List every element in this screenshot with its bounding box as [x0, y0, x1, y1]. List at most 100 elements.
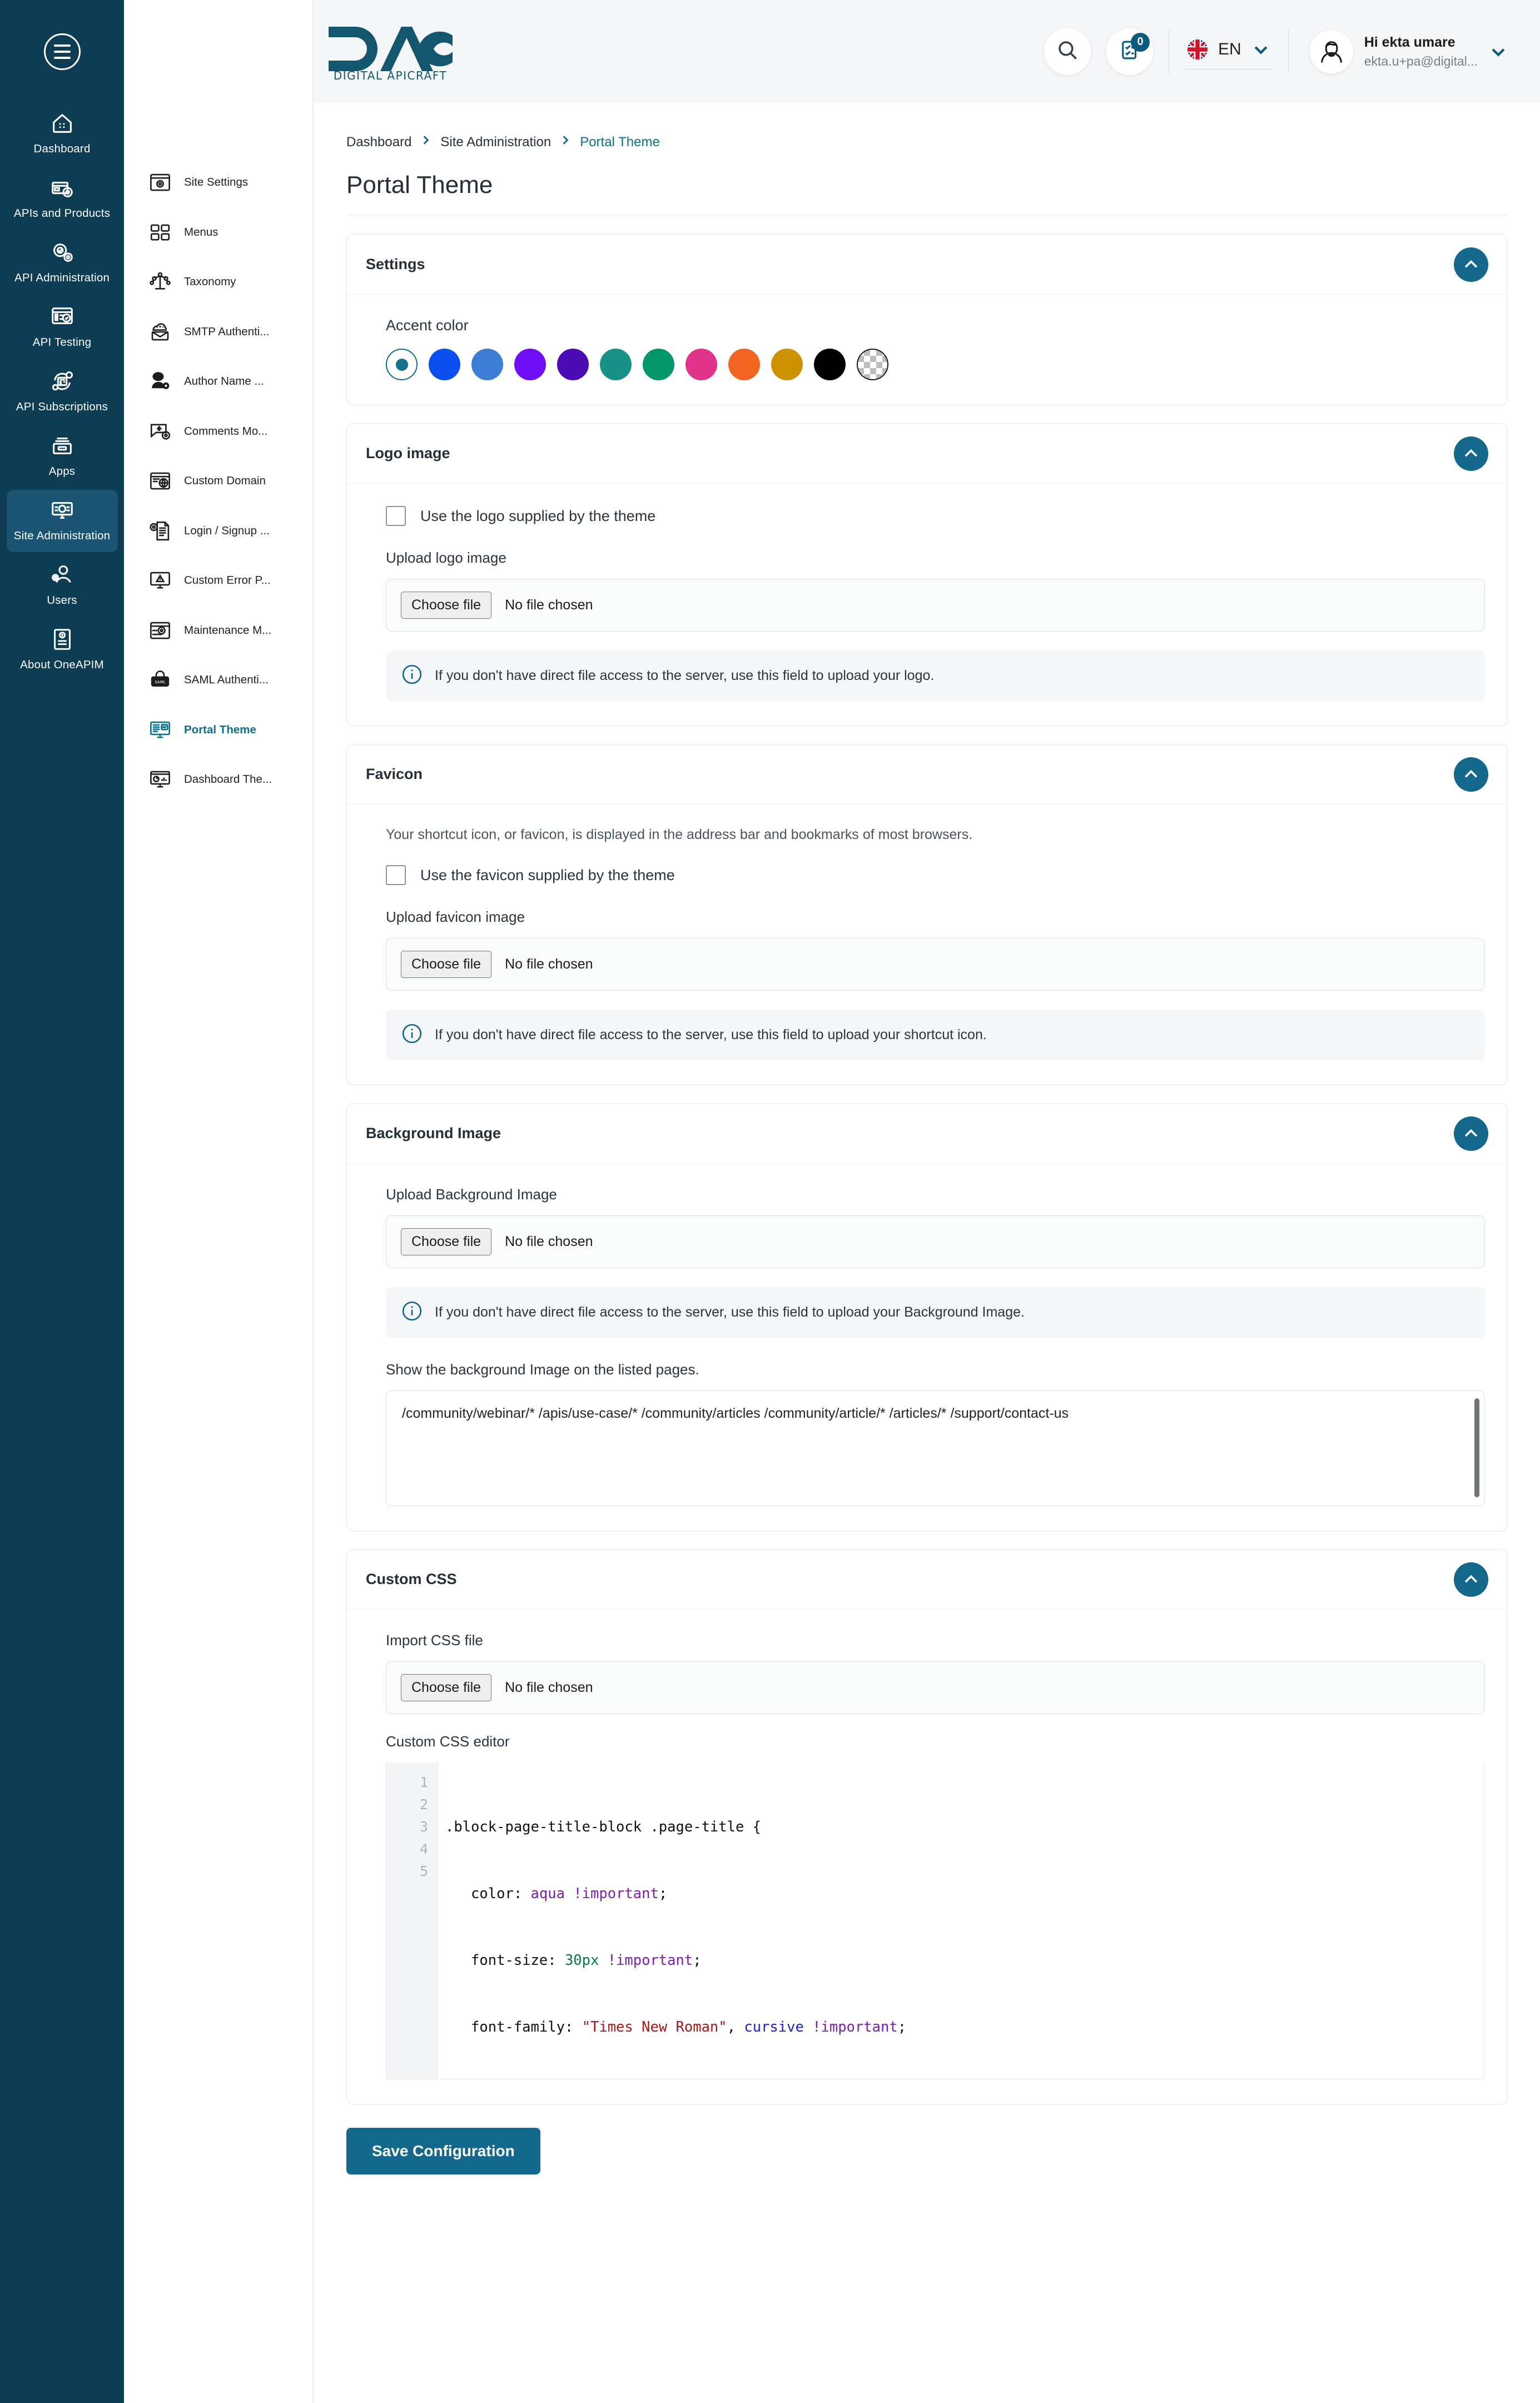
subnav-item-label: Custom Error P...	[184, 574, 271, 587]
choose-file-button[interactable]: Choose file	[401, 951, 492, 978]
collapse-toggle-custom-css[interactable]	[1454, 1562, 1488, 1597]
sidebar-item-apps[interactable]: Apps	[7, 425, 118, 488]
sidebar-item-label: About OneAPIM	[20, 658, 104, 671]
accent-swatch-gold[interactable]	[771, 349, 803, 380]
background-pages-textarea[interactable]: /community/webinar/* /apis/use-case/* /c…	[386, 1391, 1485, 1506]
textarea-scrollbar[interactable]	[1474, 1398, 1479, 1497]
choose-file-button[interactable]: Choose file	[401, 592, 492, 619]
line-number: 3	[419, 1819, 428, 1835]
sidebar-item-api-testing[interactable]: API Testing	[7, 296, 118, 359]
search-button[interactable]	[1044, 28, 1091, 75]
editor-code-area[interactable]: .block-page-title-block .page-title { co…	[438, 1762, 1484, 2079]
sidebar-item-label: API Subscriptions	[16, 400, 108, 413]
subnav-item-comments-moderation[interactable]: Comments Mo...	[124, 410, 312, 453]
use-theme-logo-checkbox[interactable]	[386, 506, 406, 526]
import-css-label: Import CSS file	[386, 1632, 483, 1649]
import-css-file-input[interactable]: Choose file No file chosen	[386, 1661, 1485, 1714]
breadcrumb-item-site-administration[interactable]: Site Administration	[440, 135, 551, 150]
app-root: Dashboard APIs and Products API Administ…	[0, 0, 1540, 2403]
sidebar-item-users[interactable]: Users	[7, 554, 118, 617]
subnav-item-login-signup[interactable]: Login / Signup ...	[124, 510, 312, 552]
main-column: DIGITAL APICRAFT 0 EN Hi ekta umare ekta…	[313, 0, 1540, 2403]
info-icon	[401, 1300, 423, 1324]
breadcrumb-item-portal-theme: Portal Theme	[580, 134, 660, 150]
subnav-item-menus[interactable]: Menus	[124, 211, 312, 254]
collapse-toggle-background[interactable]	[1454, 1116, 1488, 1151]
sidebar-item-api-subscriptions[interactable]: API Subscriptions	[7, 361, 118, 423]
upload-background-file-input[interactable]: Choose file No file chosen	[386, 1215, 1485, 1268]
page-title: Portal Theme	[346, 171, 493, 198]
panel-settings-header[interactable]: Settings	[347, 235, 1507, 295]
subnav-item-label: Taxonomy	[184, 275, 236, 288]
subnav-item-label: Portal Theme	[184, 723, 256, 736]
accent-swatch-green[interactable]	[643, 349, 674, 380]
panel-logo-image: Logo image Use the logo supplied by the …	[346, 423, 1508, 726]
collapse-toggle-logo[interactable]	[1454, 436, 1488, 471]
accent-swatch-black[interactable]	[814, 349, 846, 380]
subnav-item-custom-error-page[interactable]: Custom Error P...	[124, 559, 312, 602]
accent-color-swatches	[386, 349, 1485, 380]
subnav-item-portal-theme[interactable]: Portal Theme	[124, 709, 312, 751]
saml-authentication-icon: SAML	[147, 667, 173, 693]
custom-css-editor[interactable]: 1 2 3 4 5 .block-page-title-block .page-…	[386, 1762, 1485, 2079]
accent-swatch-dark-purple[interactable]	[557, 349, 589, 380]
line-number: 4	[419, 1841, 428, 1857]
accent-swatch-teal-green[interactable]	[600, 349, 632, 380]
panel-logo-header[interactable]: Logo image	[347, 424, 1507, 484]
subnav-item-site-settings[interactable]: Site Settings	[124, 161, 312, 203]
subnav-item-saml-authentication[interactable]: SAML SAML Authenti...	[124, 659, 312, 701]
sidebar-item-dashboard[interactable]: Dashboard	[7, 103, 118, 165]
sidebar-item-about-oneapim[interactable]: About OneAPIM	[7, 619, 118, 681]
user-menu[interactable]: Hi ekta umare ekta.u+pa@digital...	[1309, 29, 1508, 73]
accent-swatch-pink[interactable]	[685, 349, 717, 380]
choose-file-button[interactable]: Choose file	[401, 1674, 492, 1701]
tasks-button[interactable]: 0	[1106, 28, 1154, 75]
subnav-item-taxonomy[interactable]: Taxonomy	[124, 261, 312, 303]
subnav-item-dashboard-theme[interactable]: Dashboard The...	[124, 758, 312, 801]
sidebar-items: Dashboard APIs and Products API Administ…	[0, 103, 124, 683]
use-theme-logo-row[interactable]: Use the logo supplied by the theme	[386, 506, 1485, 526]
breadcrumb-item-dashboard[interactable]: Dashboard	[346, 135, 411, 150]
accent-swatch-transparent[interactable]	[857, 349, 888, 380]
svg-text:SAML: SAML	[155, 680, 165, 684]
favicon-description: Your shortcut icon, or favicon, is displ…	[386, 827, 973, 842]
site-settings-window-gear-icon	[147, 170, 173, 195]
accent-swatch-orange[interactable]	[728, 349, 760, 380]
accent-swatch-blue[interactable]	[429, 349, 460, 380]
subnav-item-author-name[interactable]: Author Name ...	[124, 360, 312, 403]
sidebar-item-site-administration[interactable]: Site Administration	[6, 490, 118, 552]
chevron-right-icon	[560, 133, 571, 151]
upload-logo-label: Upload logo image	[386, 549, 506, 566]
accent-swatch-light-blue[interactable]	[471, 349, 503, 380]
collapse-toggle-settings[interactable]	[1454, 247, 1488, 282]
save-configuration-button[interactable]: Save Configuration	[346, 2128, 540, 2174]
code-line: font-family: "Times New Roman", cursive …	[445, 2019, 907, 2035]
upload-background-label: Upload Background Image	[386, 1186, 557, 1203]
hamburger-menu-icon[interactable]	[43, 33, 81, 70]
use-theme-favicon-checkbox[interactable]	[386, 865, 406, 885]
upload-logo-file-input[interactable]: Choose file No file chosen	[386, 579, 1485, 632]
use-theme-favicon-row[interactable]: Use the favicon supplied by the theme	[386, 865, 1485, 885]
upload-favicon-label: Upload favicon image	[386, 908, 525, 925]
subnav-item-smtp-authentication[interactable]: SMTP Authenti...	[124, 311, 312, 353]
file-status: No file chosen	[505, 1234, 593, 1249]
api-subscriptions-icon	[49, 369, 75, 394]
file-status: No file chosen	[505, 956, 593, 972]
accent-swatch-violet[interactable]	[514, 349, 546, 380]
language-selector[interactable]: EN	[1185, 33, 1273, 69]
subnav-item-maintenance-mode[interactable]: Maintenance M...	[124, 609, 312, 652]
sidebar-item-api-administration[interactable]: API Administration	[7, 232, 118, 294]
subnav-item-custom-domain[interactable]: Custom Domain	[124, 460, 312, 502]
sidebar-item-apis-and-products[interactable]: APIs and Products	[7, 167, 118, 230]
choose-file-button[interactable]: Choose file	[401, 1228, 492, 1255]
code-line: font-size: 30px !important;	[445, 1952, 702, 1969]
accent-swatch-teal-selected[interactable]	[386, 349, 418, 380]
panel-favicon-header[interactable]: Favicon	[347, 744, 1507, 805]
collapse-toggle-favicon[interactable]	[1454, 757, 1488, 792]
favicon-info-text: If you don't have direct file access to …	[435, 1027, 987, 1042]
panel-custom-css-header[interactable]: Custom CSS	[347, 1550, 1507, 1610]
panel-background-header[interactable]: Background Image	[347, 1104, 1507, 1164]
subnav-item-label: Menus	[184, 225, 218, 239]
upload-favicon-file-input[interactable]: Choose file No file chosen	[386, 938, 1485, 991]
user-greeting: Hi ekta umare	[1364, 34, 1455, 50]
